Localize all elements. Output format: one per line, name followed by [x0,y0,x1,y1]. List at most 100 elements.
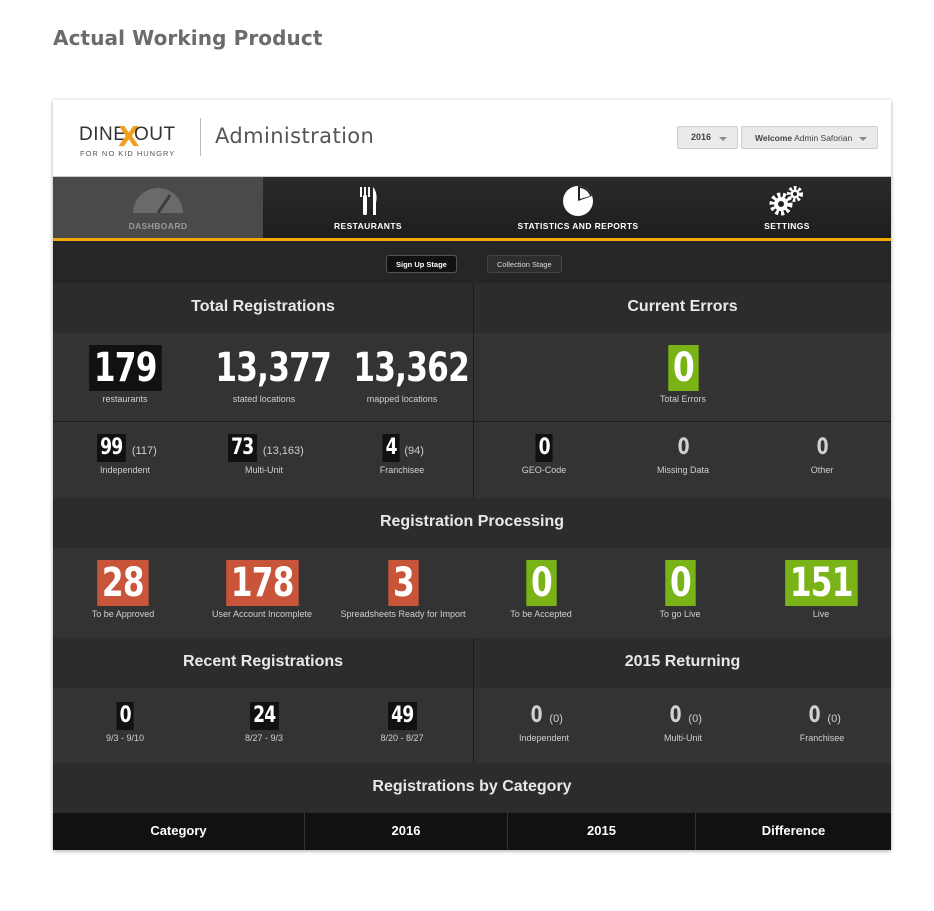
processing-count: 0 [664,560,696,606]
geo-code-stat: 0 GEO-Code [480,434,608,475]
returning-label: Multi-Unit [663,733,702,743]
processing-label: Spreadsheets Ready for Import [340,609,466,619]
multi-unit-label: Multi-Unit [244,465,283,475]
page-caption: Actual Working Product [53,26,323,50]
returning-count: 0 [530,703,543,728]
mapped-locations-count: 13,362 [353,345,470,391]
welcome-user: Admin Saforian [794,133,853,143]
returning-total: (0) [549,713,563,725]
other-errors-stat: 0 Other [758,434,886,475]
types-panel: 99 (117) Independent 73 (13,163) Multi-Uni… [53,422,473,498]
nav-statistics[interactable]: STATISTICS AND REPORTS [473,177,683,238]
error-types-panel: 0 GEO-Code 0 Missing Data 0 Other [474,422,891,498]
processing-item: 0 To go Live [612,560,748,619]
processing-label: Live [812,609,830,619]
returning-label: Franchisee [799,733,845,743]
collection-stage-button[interactable]: Collection Stage [487,255,562,273]
user-menu[interactable]: Welcome Admin Saforian [741,126,878,149]
nav-restaurants[interactable]: RESTAURANTS [263,177,473,238]
chevron-down-icon [859,137,867,141]
returning-label: Independent [518,733,570,743]
pie-chart-icon [563,186,593,216]
multi-unit-total: (13,163) [262,445,304,457]
column-header[interactable]: 2015 [508,813,696,850]
recent-range: 8/27 - 9/3 [244,733,284,743]
registration-processing-title: Registration Processing [53,498,891,548]
returning-item: 0 (0) Multi-Unit [619,702,747,743]
processing-item: 0 To be Accepted [473,560,609,619]
returning-panel: 0 (0) Independent 0 (0) Multi-Unit 0 (0) Fr… [474,688,891,763]
nav-label: DASHBOARD [128,221,188,231]
restaurants-stat: 179 restaurants [61,345,189,404]
processing-item: 151 Live [753,560,889,619]
stated-locations-stat: 13,377 stated locations [199,345,332,404]
missing-data-count: 0 [677,435,689,460]
processing-label: To go Live [659,609,701,619]
processing-item: 3 Spreadsheets Ready for Import [333,560,473,619]
stated-locations-count: 13,377 [215,345,332,391]
returning-count: 0 [669,703,682,728]
multi-unit-stat: 73 (13,163) Multi-Unit [199,434,329,475]
stated-locations-label: stated locations [232,394,296,404]
franchisee-stat: 4 (94) Franchisee [337,434,467,475]
restaurants-label: restaurants [102,394,148,404]
recent-item: 49 8/20 - 8/27 [337,702,467,743]
column-header[interactable]: Category [53,813,305,850]
sign-up-stage-button[interactable]: Sign Up Stage [386,255,457,273]
processing-item: 178 User Account Incomplete [194,560,330,619]
column-header[interactable]: Difference [696,813,891,850]
registrations-by-category-title: Registrations by Category [53,763,891,813]
stage-bar: Sign Up Stage Collection Stage [53,241,891,283]
multi-unit-count: 73 [228,434,257,462]
recent-count: 0 [116,702,134,730]
independent-label: Independent [99,465,151,475]
total-registrations-title: Total Registrations [53,283,473,333]
app-header: DINE X OUT FOR NO KID HUNGRY Administrat… [53,100,891,177]
nav-label: SETTINGS [764,221,810,231]
other-errors-count: 0 [816,435,828,460]
franchisee-total: (94) [404,445,424,457]
dine-out-logo[interactable]: DINE X OUT FOR NO KID HUNGRY [79,120,185,160]
admin-app: DINE X OUT FOR NO KID HUNGRY Administrat… [53,100,891,850]
returning-total: (0) [688,713,702,725]
franchisee-label: Franchisee [379,465,425,475]
total-errors-count: 0 [667,345,699,391]
main-nav: DASHBOARD RESTAURANTS STATISTICS AND REP… [53,177,891,241]
mapped-locations-label: mapped locations [366,394,438,404]
total-errors-label: Total Errors [659,394,706,404]
processing-label: To be Accepted [510,609,572,619]
recent-panel: 0 9/3 - 9/10 24 8/27 - 9/3 49 8/20 - 8/2… [53,688,473,763]
independent-total: (117) [131,445,157,457]
processing-count: 151 [784,560,858,606]
missing-data-label: Missing Data [656,465,710,475]
chevron-down-icon [719,137,727,141]
recent-item: 24 8/27 - 9/3 [199,702,329,743]
processing-count: 178 [225,560,299,606]
independent-count: 99 [97,434,126,462]
category-table-header: Category 2016 2015 Difference [53,813,891,850]
returning-item: 0 (0) Independent [480,702,608,743]
recent-count: 49 [387,702,417,730]
page-title: Administration [215,124,375,148]
nav-settings[interactable]: SETTINGS [683,177,891,238]
recent-registrations-title: Recent Registrations [53,638,473,688]
logo-out: OUT [134,124,176,145]
gears-icon [769,186,803,216]
current-errors-title: Current Errors [474,283,891,333]
header-divider [200,118,201,156]
column-header[interactable]: 2016 [305,813,508,850]
nav-label: RESTAURANTS [334,221,402,231]
fork-knife-icon [360,187,377,215]
totals-panel: 179 restaurants 13,377 stated locations … [53,333,473,421]
total-errors-stat: 0 Total Errors [619,345,747,404]
recent-range: 8/20 - 8/27 [380,733,424,743]
processing-label: To be Approved [91,609,155,619]
nav-dashboard[interactable]: DASHBOARD [53,177,263,238]
returning-item: 0 (0) Franchisee [758,702,886,743]
mapped-locations-stat: 13,362 mapped locations [337,345,470,404]
independent-stat: 99 (117) Independent [61,434,189,475]
returning-count: 0 [808,703,821,728]
gauge-icon [133,188,183,214]
year-select[interactable]: 2016 [677,126,738,149]
restaurants-count: 179 [88,345,162,391]
